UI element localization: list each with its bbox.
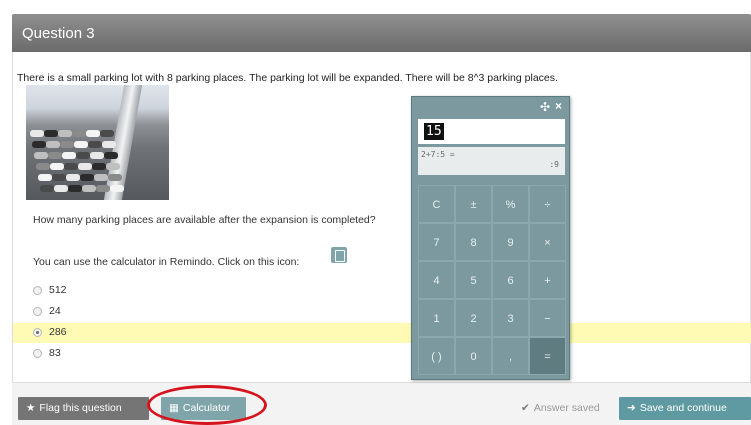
- calculator-key[interactable]: 0: [455, 337, 492, 375]
- calculator-key[interactable]: 3: [492, 299, 529, 337]
- photo-car: [94, 174, 108, 181]
- calculator-key[interactable]: 8: [455, 223, 492, 261]
- photo-car: [92, 163, 106, 170]
- photo-car: [86, 130, 100, 137]
- calculator-history-result: :9: [549, 160, 559, 169]
- calculator-display[interactable]: 15: [418, 119, 565, 144]
- question-header: Question 3: [12, 14, 751, 52]
- move-icon[interactable]: ✣: [540, 100, 550, 114]
- calculator-key[interactable]: ÷: [529, 185, 566, 223]
- question-footer: ★ Flag this question ▦ Calculator ✔ Answer …: [12, 382, 751, 425]
- photo-car: [102, 141, 116, 148]
- calculator-key[interactable]: ( ): [418, 337, 455, 375]
- photo-car: [52, 174, 66, 181]
- photo-car: [90, 152, 104, 159]
- answer-option[interactable]: 83: [13, 344, 751, 364]
- photo-car: [62, 152, 76, 159]
- photo-car: [88, 141, 102, 148]
- radio-button[interactable]: [33, 328, 42, 337]
- photo-car: [44, 130, 58, 137]
- photo-car: [58, 130, 72, 137]
- photo-car: [40, 185, 54, 192]
- calculator-key[interactable]: C: [418, 185, 455, 223]
- answer-saved-status: ✔ Answer saved: [521, 402, 600, 414]
- arrow-right-icon: ➜: [627, 402, 636, 414]
- calculator-hint: You can use the calculator in Remindo. C…: [33, 256, 300, 268]
- parking-lot-photo: [26, 85, 169, 200]
- highlight-circle: [147, 385, 267, 425]
- photo-car: [34, 152, 48, 159]
- photo-car: [74, 141, 88, 148]
- answer-saved-label: Answer saved: [533, 402, 600, 414]
- photo-car: [72, 130, 86, 137]
- photo-car: [80, 174, 94, 181]
- photo-car: [110, 185, 124, 192]
- radio-button[interactable]: [33, 286, 42, 295]
- save-and-continue-label: Save and continue: [639, 402, 727, 414]
- photo-car: [54, 185, 68, 192]
- photo-car: [64, 163, 78, 170]
- photo-car: [78, 163, 92, 170]
- answer-option[interactable]: 286: [13, 323, 751, 343]
- star-icon: ★: [26, 402, 36, 414]
- calculator-key[interactable]: −: [529, 299, 566, 337]
- calculator-key[interactable]: %: [492, 185, 529, 223]
- calculator-popup[interactable]: ✣ × 15 2+7:5 = :9 C ±% ÷ 7 8 9 × 4 5 6 +1 2 3−( ) 0, =: [411, 96, 570, 380]
- answer-option-label: 24: [49, 305, 61, 317]
- calculator-key[interactable]: ×: [529, 223, 566, 261]
- calculator-history-expression: 2+7:5 =: [421, 150, 455, 159]
- answer-option-label: 512: [49, 284, 67, 296]
- calculator-titlebar[interactable]: ✣ ×: [412, 97, 569, 117]
- flag-question-label: Flag this question: [39, 402, 122, 414]
- photo-car: [60, 141, 74, 148]
- answer-option-label: 286: [49, 326, 67, 338]
- calculator-key[interactable]: 9: [492, 223, 529, 261]
- photo-car: [36, 163, 50, 170]
- answer-option[interactable]: 512: [13, 281, 751, 301]
- save-and-continue-button[interactable]: ➜ Save and continue: [619, 397, 751, 420]
- answer-option[interactable]: 24: [13, 302, 751, 322]
- question-area: How many parking places are available af…: [13, 209, 751, 382]
- calculator-display-value: 15: [424, 123, 444, 140]
- calculator-key[interactable]: 2: [455, 299, 492, 337]
- check-icon: ✔: [521, 402, 530, 414]
- photo-car: [32, 141, 46, 148]
- question-frame: Question 3 There is a small parking lot …: [12, 0, 751, 425]
- photo-car: [66, 174, 80, 181]
- calculator-keypad: C ±% ÷ 7 8 9 × 4 5 6 +1 2 3− ( ) 0, =: [418, 185, 566, 375]
- question-intro: There is a small parking lot with 8 park…: [17, 72, 558, 84]
- calculator-key[interactable]: 1: [418, 299, 455, 337]
- photo-car: [38, 174, 52, 181]
- flag-question-button[interactable]: ★ Flag this question: [18, 397, 149, 420]
- calculator-icon[interactable]: [331, 247, 347, 263]
- radio-button[interactable]: [33, 307, 42, 316]
- calculator-key[interactable]: 4: [418, 261, 455, 299]
- answer-option-label: 83: [49, 347, 61, 359]
- photo-car: [108, 174, 122, 181]
- calculator-key[interactable]: ±: [455, 185, 492, 223]
- close-icon[interactable]: ×: [555, 99, 562, 113]
- calculator-key[interactable]: 5: [455, 261, 492, 299]
- calculator-key[interactable]: 7: [418, 223, 455, 261]
- question-text: How many parking places are available af…: [33, 214, 376, 226]
- photo-car: [46, 141, 60, 148]
- photo-car: [106, 163, 120, 170]
- question-body: There is a small parking lot with 8 park…: [12, 52, 751, 382]
- photo-car: [50, 163, 64, 170]
- photo-car: [76, 152, 90, 159]
- radio-button[interactable]: [33, 349, 42, 358]
- calculator-key[interactable]: 6: [492, 261, 529, 299]
- calculator-key[interactable]: ,: [492, 337, 529, 375]
- photo-car: [82, 185, 96, 192]
- photo-car: [68, 185, 82, 192]
- calculator-history: 2+7:5 = :9: [418, 147, 565, 175]
- photo-car: [30, 130, 44, 137]
- photo-car: [96, 185, 110, 192]
- photo-car: [48, 152, 62, 159]
- calculator-key[interactable]: =: [529, 337, 566, 375]
- photo-car: [100, 130, 114, 137]
- photo-car: [104, 152, 118, 159]
- calculator-key[interactable]: +: [529, 261, 566, 299]
- question-title: Question 3: [22, 25, 95, 42]
